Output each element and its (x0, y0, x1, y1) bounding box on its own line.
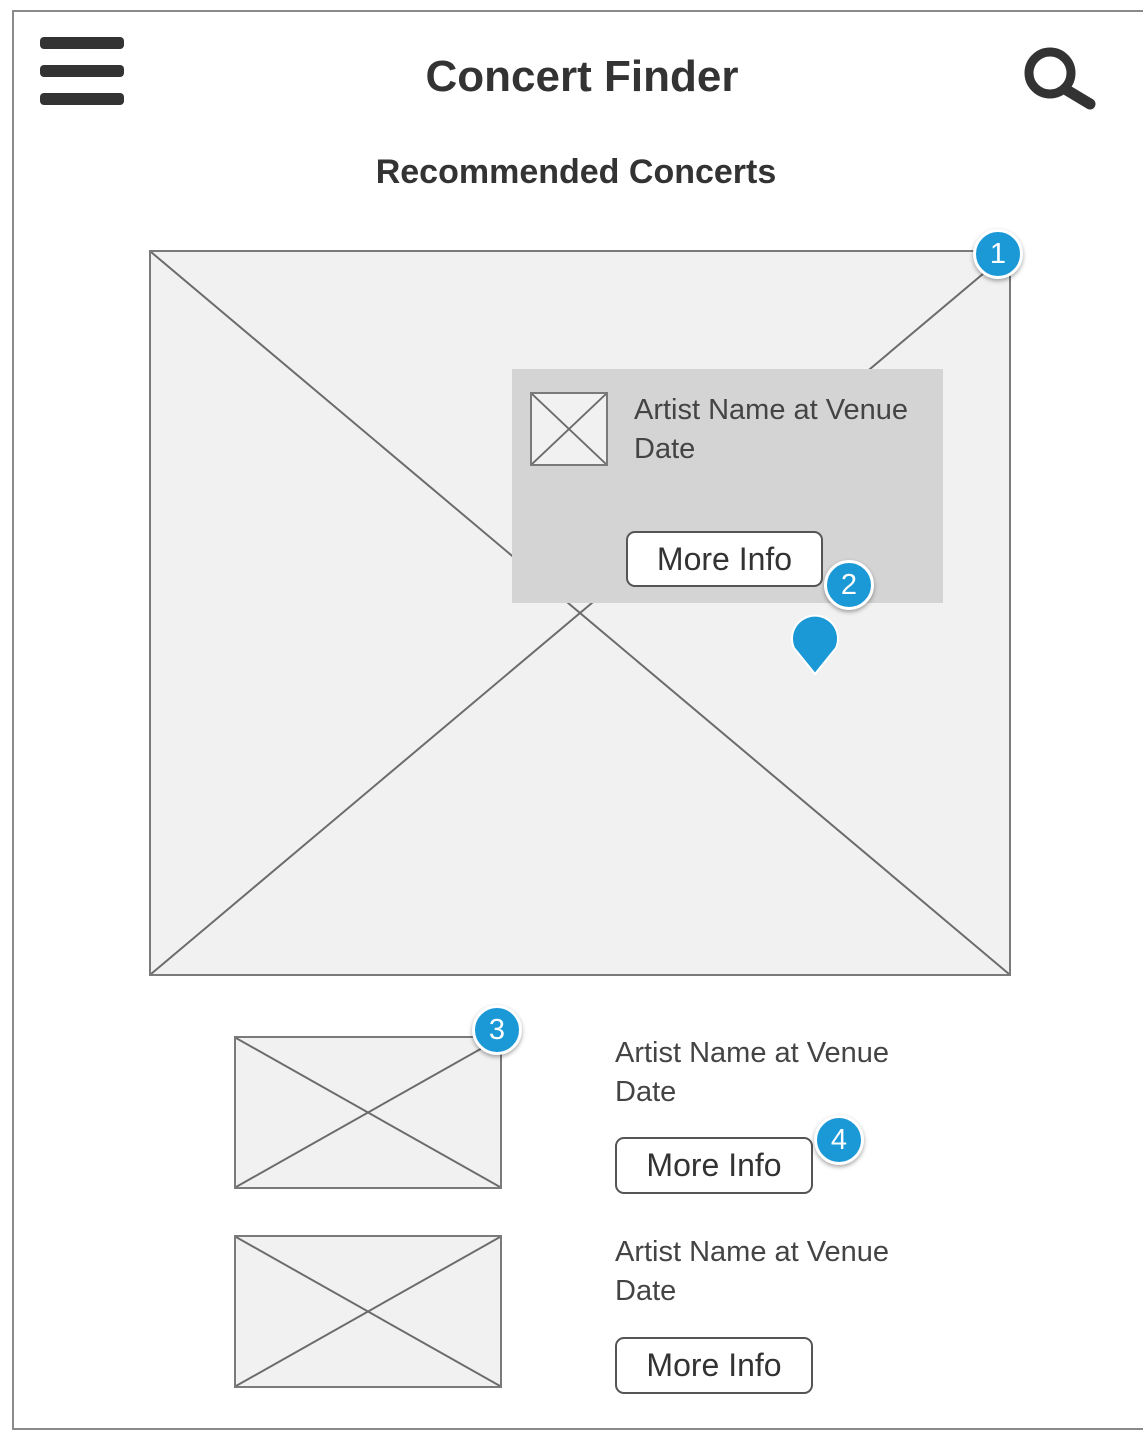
featured-overlay-panel: Artist Name at Venue Date More Info (512, 369, 943, 603)
concert-artist-line: Artist Name at Venue (615, 1037, 890, 1069)
annotation-badge: 2 (824, 560, 874, 610)
featured-thumbnail-placeholder (530, 392, 608, 466)
concert-more-info-button[interactable]: More Info (615, 1337, 813, 1394)
section-title: Recommended Concerts (375, 153, 777, 191)
concert-image-placeholder[interactable] (234, 1235, 502, 1388)
concert-artist-line: Artist Name at Venue (615, 1236, 890, 1268)
search-icon[interactable] (1016, 42, 1100, 110)
app-title: Concert Finder (425, 52, 739, 101)
featured-date-line: Date (634, 433, 696, 465)
featured-more-info-button[interactable]: More Info (626, 531, 823, 587)
hamburger-menu-icon[interactable] (40, 37, 124, 109)
featured-artist-line: Artist Name at Venue (634, 394, 909, 426)
annotation-badge: 1 (973, 229, 1023, 279)
concert-image-placeholder[interactable] (234, 1036, 502, 1189)
map-pin-icon (790, 614, 840, 678)
annotation-badge: 4 (814, 1115, 864, 1165)
featured-image-placeholder[interactable] (149, 250, 1011, 976)
annotation-badge: 3 (472, 1005, 522, 1055)
concert-date-line: Date (615, 1076, 677, 1108)
concert-date-line: Date (615, 1275, 677, 1307)
concert-more-info-button[interactable]: More Info (615, 1137, 813, 1194)
